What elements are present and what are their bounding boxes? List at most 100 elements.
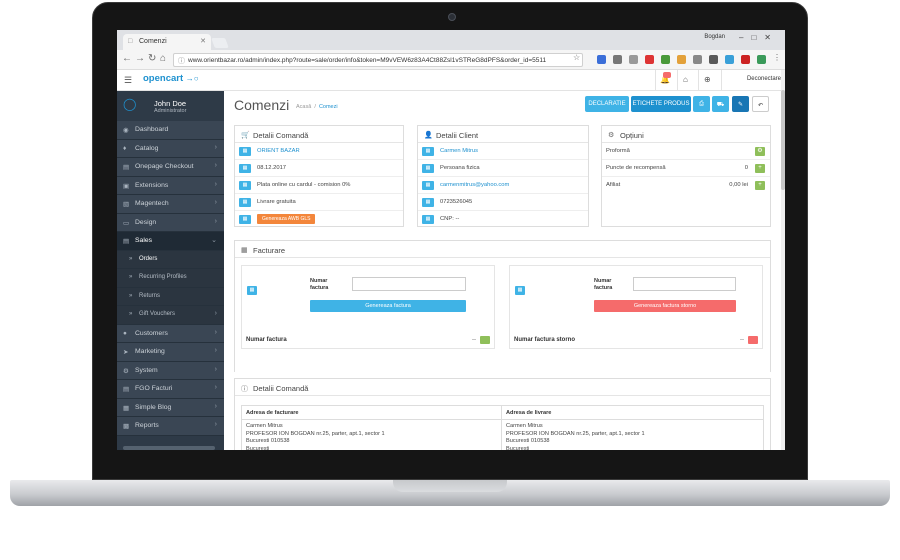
breadcrumb-home[interactable]: Acasă [296,104,311,110]
sidebar-item-dashboard[interactable]: ◉ Dashboard [117,121,224,140]
sidebar-item-onepage-checkout[interactable]: ▤ Onepage Checkout › [117,158,224,177]
back-button[interactable]: ↶ [752,96,769,112]
client-cnp: CNP: -- [440,216,460,222]
sidebar-item-label: Simple Blog [135,403,172,411]
etichete-produs-button[interactable]: ETICHETE PRODUS [631,96,691,112]
sidebar-item-extensions[interactable]: ▣ Extensions › [117,176,224,195]
panel-header: ⓘ Detalii Comandă [235,379,770,396]
storno-box: ▦ Numar factura Genereaza factura storno… [509,265,763,349]
add-reward-button[interactable]: + [755,164,765,173]
client-email-link[interactable]: carmenmitrus@yahoo.com [440,182,509,188]
sidebar-scrollbar[interactable] [123,446,215,450]
laptop-notch [393,480,507,492]
extension-icon[interactable] [741,55,750,64]
add-commission-button[interactable]: + [755,181,765,190]
extension-icon[interactable] [645,55,654,64]
sidebar-item-catalog[interactable]: ♦ Catalog › [117,139,224,158]
browser-tab[interactable]: □ Comenzi ✕ [123,34,211,50]
billing-address: Carmen Mitrus PROFESOR ION BOGDAN nr.25, … [242,420,501,450]
window-controls[interactable]: –□✕ [739,33,779,42]
sidebar-item-recurring-profiles[interactable]: » Recurring Profiles [117,269,224,288]
notification-badge [663,72,671,78]
sidebar-item-label: Orders [139,255,158,262]
new-tab-button[interactable] [211,38,229,48]
client-email-row: ▦ carmenmitrus@yahoo.com [418,177,588,194]
address-line: Carmen Mitrus [246,423,283,429]
sidebar-item-design[interactable]: ▭ Design › [117,213,224,232]
address-line: Bucuresti [506,445,530,451]
home-icon[interactable]: ⌂ [683,75,688,84]
close-tab-icon[interactable]: ✕ [200,37,206,45]
shop-icon: ▦ [239,147,251,156]
breadcrumb-current[interactable]: Comezi [319,104,338,110]
app-header: ☰ opencart →○ 🔔 ⌂ ⊕ Deconectare [117,70,785,91]
sidebar-item-marketing[interactable]: ➤ Marketing › [117,343,224,362]
menu-dots-icon[interactable]: ⋮ [773,53,781,62]
extension-icon[interactable] [613,55,622,64]
store-link[interactable]: ORIENT BAZAR [257,148,300,154]
gear-button[interactable]: ⚙ [755,147,765,156]
sidebar-item-orders[interactable]: » Orders [117,250,224,269]
scrollbar-thumb[interactable] [781,90,785,190]
extension-icon[interactable] [693,55,702,64]
back-icon[interactable]: ← [122,53,132,64]
edit-button[interactable]: ✎ [732,96,749,112]
screen: □ Comenzi ✕ Bogdan –□✕ ← → ↻ ⌂ ⓘ www.ori… [117,30,785,450]
star-icon[interactable]: ☆ [573,53,580,62]
sidebar-item-gift-vouchers[interactable]: » Gift Vouchers › [117,306,224,325]
page-scrollbar[interactable] [781,70,785,450]
storno-number-input[interactable] [633,277,736,291]
user-profile[interactable]: ◯ John Doe Administrator [117,91,224,119]
home-icon[interactable]: ⌂ [160,53,166,64]
invoice-box: ▦ Numar factura Genereaza factura Numar … [241,265,495,349]
shipping-button[interactable]: ⛟ [712,96,729,112]
extension-icon[interactable] [757,55,766,64]
puzzle-icon: ▣ [123,182,130,190]
generate-awb-button[interactable]: Genereaza AWB GLS [257,214,316,224]
extension-icon[interactable] [661,55,670,64]
gear-icon: ⚙ [123,367,129,375]
extension-icon[interactable] [677,55,686,64]
tab-title: Comenzi [139,38,167,45]
profile-name[interactable]: Bogdan [704,34,725,40]
view-storno-button[interactable] [748,336,758,344]
view-invoice-button[interactable] [480,336,490,344]
generate-storno-button[interactable]: Genereaza factura storno [594,300,736,312]
order-details-panel: 🛒 Detalii Comandă ▦ ORIENT BAZAR ▦ 08.12.20… [234,125,404,227]
sidebar-item-reports[interactable]: ▩ Reports › [117,417,224,436]
help-icon[interactable]: ⊕ [704,75,711,84]
opencart-logo[interactable]: opencart →○ [143,73,199,84]
sidebar-item-magentech[interactable]: ▧ Magentech › [117,195,224,214]
invoice-number-input[interactable] [352,277,466,291]
extension-icon[interactable] [629,55,638,64]
sidebar-item-system[interactable]: ⚙ System › [117,361,224,380]
extension-icon[interactable] [725,55,734,64]
sidebar: ◯ John Doe Administrator ◉ Dashboard ♦ Cata… [117,91,224,450]
sidebar-item-label: Dashboard [135,126,169,133]
invoice-number-title: Numar factura [246,337,287,343]
generate-invoice-button[interactable]: Genereaza factura [310,300,466,312]
sidebar-item-label: System [135,366,158,374]
phone-icon: ▦ [422,198,434,207]
invoice-icon: ▤ [123,386,130,393]
sidebar-item-customers[interactable]: ● Customers › [117,324,224,343]
declaratie-button[interactable]: DECLARATIE [585,96,629,112]
client-name-link[interactable]: Carmen Mitrus [440,148,478,154]
panel-header: 👤 Detalii Client [418,126,588,143]
panel-title: Detalii Client [436,131,479,140]
print-invoice-button[interactable]: ⎙ [693,96,710,112]
hamburger-icon[interactable]: ☰ [124,75,132,86]
sidebar-item-fgo-facturi[interactable]: ▤ FGO Facturi › [117,380,224,399]
extension-icon[interactable] [709,55,718,64]
address-table: Adresa de facturare Carmen Mitrus PROFESO… [241,405,764,450]
sidebar-item-returns[interactable]: » Returns [117,287,224,306]
extension-icon[interactable] [597,55,606,64]
logout-link[interactable]: Deconectare [747,76,781,82]
reload-icon[interactable]: ↻ [148,53,156,64]
proforma-row: Proformă ⚙ [602,143,770,160]
sidebar-item-simple-blog[interactable]: ▦ Simple Blog › [117,398,224,417]
url-input[interactable]: ⓘ www.orientbazar.ro/admin/index.php?rou… [173,53,583,67]
sidebar-item-sales[interactable]: ▤ Sales ⌄ [117,232,224,251]
proforma-label: Proformă [606,148,630,154]
forward-icon[interactable]: → [135,53,145,64]
